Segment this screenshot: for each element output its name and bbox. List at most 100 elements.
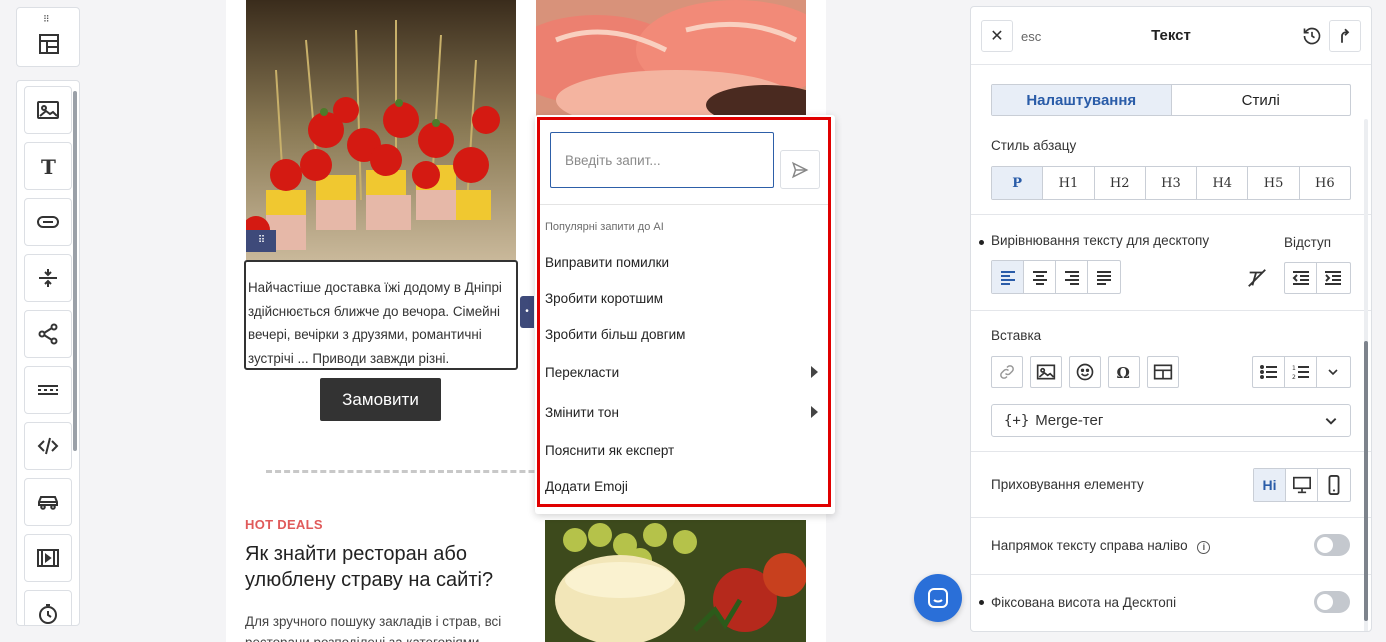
style-h4[interactable]: H4 (1197, 167, 1249, 199)
tab-settings[interactable]: Налаштування (992, 85, 1172, 115)
align-justify-button[interactable] (1088, 261, 1120, 293)
article-body[interactable]: Для зручного пошуку закладів і страв, вс… (245, 611, 525, 642)
hide-mobile-button[interactable] (1318, 469, 1350, 501)
ai-item-change-tone[interactable]: Змінити тон (537, 397, 830, 427)
ai-item-translate[interactable]: Перекласти (537, 357, 830, 387)
style-h5[interactable]: H5 (1248, 167, 1300, 199)
block-drag-handle[interactable]: ⠿ (246, 230, 276, 252)
html-tool[interactable] (24, 422, 72, 470)
block-side-handle[interactable]: • (520, 296, 534, 328)
salmon-image[interactable] (536, 0, 806, 118)
chat-support-button[interactable] (914, 574, 962, 622)
hide-element-label: Приховування елементу (991, 477, 1144, 492)
cheese-fruit-image[interactable] (545, 520, 806, 642)
clear-format-icon (1248, 269, 1266, 287)
hide-none-button[interactable]: Ні (1254, 469, 1286, 501)
ai-prompt-input[interactable] (550, 132, 774, 188)
section-divider (971, 517, 1371, 518)
chevron-down-icon (1328, 369, 1338, 376)
indent-button[interactable] (1317, 263, 1349, 293)
rtl-toggle[interactable] (1314, 534, 1350, 556)
desktop-only-dot (979, 600, 984, 605)
image-tool[interactable] (24, 86, 72, 134)
spacer-tool[interactable] (24, 254, 72, 302)
ai-item-label: Зробити більш довгим (545, 326, 686, 342)
product-tool[interactable] (24, 478, 72, 526)
video-tool[interactable] (24, 534, 72, 582)
insert-special-char-button[interactable]: Ω (1108, 356, 1140, 388)
canape-image[interactable] (246, 0, 516, 260)
paragraph-style-label: Стиль абзацу (991, 138, 1077, 153)
panel-scrollbar-thumb[interactable] (1364, 341, 1368, 621)
clear-format-button[interactable] (1241, 262, 1273, 294)
order-button[interactable]: Замовити (320, 378, 441, 421)
insert-image-button[interactable] (1030, 356, 1062, 388)
insert-link-button[interactable] (991, 356, 1023, 388)
align-right-button[interactable] (1056, 261, 1088, 293)
ai-divider (537, 204, 830, 205)
style-h2[interactable]: H2 (1095, 167, 1146, 199)
info-icon[interactable]: i (1197, 540, 1211, 554)
align-right-icon (1064, 271, 1079, 285)
style-h1[interactable]: H1 (1043, 167, 1095, 199)
section-divider (971, 214, 1371, 215)
align-center-button[interactable] (1024, 261, 1056, 293)
merge-tag-dropdown[interactable]: {+} Merge-тег (991, 404, 1351, 437)
article-heading[interactable]: Як знайти ресторан або улюблену страву н… (245, 541, 525, 593)
timer-icon (39, 604, 57, 624)
image-icon (37, 101, 59, 119)
outdent-button[interactable] (1285, 263, 1317, 293)
numbered-list-button[interactable]: 12 (1285, 357, 1317, 387)
parent-select-button[interactable] (1329, 20, 1361, 52)
timer-tool[interactable] (24, 590, 72, 625)
selected-text-block[interactable]: Найчастіше доставка їжі додому в Дніпрі … (244, 260, 518, 370)
tab-styles[interactable]: Стилі (1172, 85, 1351, 115)
close-button[interactable]: ✕ (981, 20, 1013, 52)
drag-grip-icon[interactable]: ⠿ (43, 14, 50, 25)
ai-item-shorten[interactable]: Зробити коротшим (537, 283, 830, 313)
style-p[interactable]: P (992, 167, 1044, 199)
ai-item-label: Зробити коротшим (545, 290, 664, 306)
fixed-height-toggle[interactable] (1314, 591, 1350, 613)
insert-table-button[interactable] (1147, 356, 1179, 388)
close-icon: ✕ (990, 28, 1004, 45)
ai-item-lengthen[interactable]: Зробити більш довгим (537, 319, 830, 349)
more-insert-button[interactable] (1317, 357, 1349, 387)
table-icon (1153, 364, 1173, 380)
hide-element-group: Ні (1253, 468, 1351, 502)
insert-emoji-button[interactable] (1069, 356, 1101, 388)
insert-label: Вставка (991, 328, 1042, 343)
history-button[interactable] (1299, 23, 1325, 49)
desktop-icon (1292, 476, 1311, 494)
layout-icon[interactable] (37, 32, 61, 56)
panel-scrollbar[interactable] (1364, 119, 1368, 631)
ai-item-label: Пояснити як експерт (545, 442, 675, 458)
car-icon (38, 496, 58, 510)
divider-tool[interactable] (24, 366, 72, 414)
svg-text:1: 1 (1292, 365, 1296, 372)
ai-item-fix-errors[interactable]: Виправити помилки (537, 247, 830, 277)
align-left-button[interactable] (992, 261, 1024, 293)
ai-item-label: Виправити помилки (545, 254, 670, 270)
indent-group (1284, 262, 1351, 294)
toolbar-scrollbar[interactable] (73, 91, 77, 451)
bullet-list-button[interactable] (1253, 357, 1285, 387)
svg-text:T: T (41, 155, 56, 178)
image-icon (1036, 364, 1056, 380)
style-h3[interactable]: H3 (1146, 167, 1198, 199)
divider-icon (38, 385, 58, 395)
panel-tabs: Налаштування Стилі (991, 84, 1351, 116)
text-tool[interactable]: T (24, 142, 72, 190)
history-icon (1303, 27, 1321, 45)
style-h6[interactable]: H6 (1300, 167, 1350, 199)
paragraph-style-selector: P H1 H2 H3 H4 H5 H6 (991, 166, 1351, 200)
social-tool[interactable] (24, 310, 72, 358)
ai-item-explain-expert[interactable]: Пояснити як експерт (537, 435, 830, 465)
align-center-icon (1032, 271, 1047, 285)
fixed-height-label: Фіксована висота на Десктопі (991, 595, 1177, 610)
ai-send-button[interactable] (780, 150, 820, 189)
ai-item-add-emoji[interactable]: Додати Emoji (537, 471, 830, 501)
button-tool[interactable] (24, 198, 72, 246)
indent-label: Відступ (1284, 235, 1332, 250)
hide-desktop-button[interactable] (1286, 469, 1318, 501)
